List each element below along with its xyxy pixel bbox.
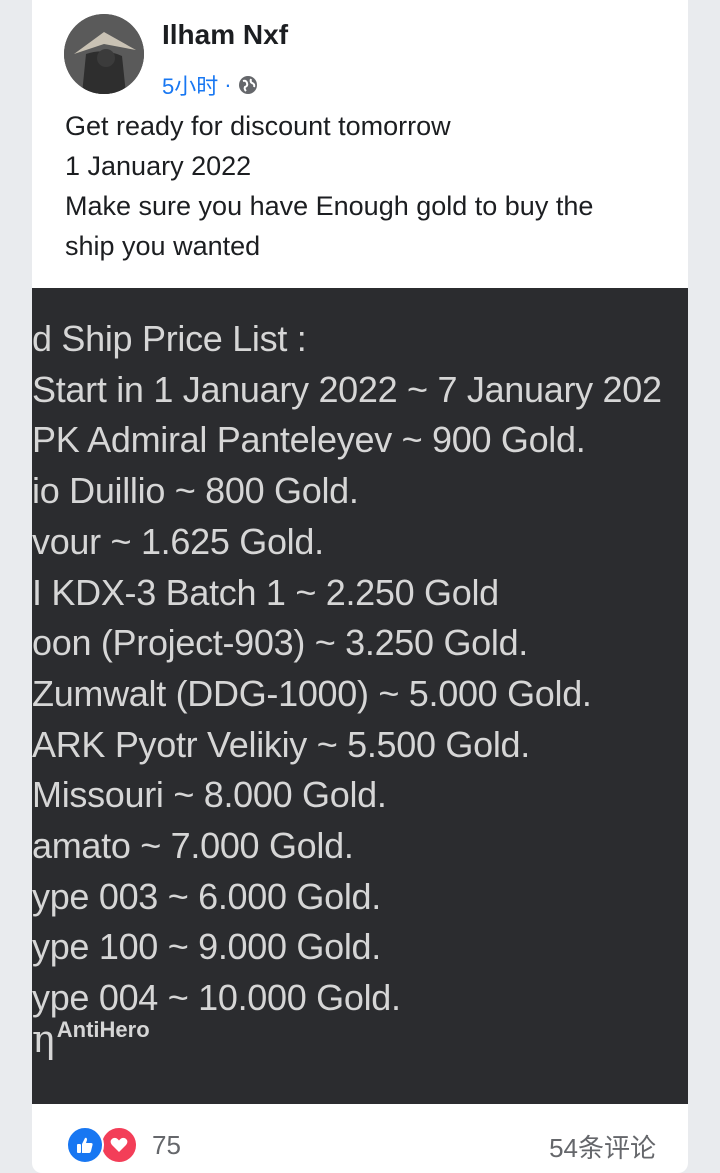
price-list-item: io Duillio ~ 800 Gold. xyxy=(32,470,359,512)
price-list-item: ype 100 ~ 9.000 Gold. xyxy=(32,926,381,968)
price-list: d Ship Price List : Start in 1 January 2… xyxy=(32,314,688,1024)
price-list-item: oon (Project-903) ~ 3.250 Gold. xyxy=(32,622,529,664)
like-icon xyxy=(66,1126,104,1164)
post-footer: 75 54条评论 xyxy=(32,1104,688,1173)
avatar-image xyxy=(64,14,144,94)
price-list-item: Missouri ~ 8.000 Gold. xyxy=(32,774,387,816)
post-text-line: 1 January 2022 xyxy=(65,151,252,181)
post-image[interactable]: d Ship Price List : Start in 1 January 2… xyxy=(32,288,688,1104)
reaction-count: 75 xyxy=(152,1129,181,1160)
reactions-summary[interactable]: 75 xyxy=(66,1126,181,1164)
price-list-period: Start in 1 January 2022 ~ 7 January 202 xyxy=(32,368,662,410)
price-list-item: PK Admiral Panteleyev ~ 900 Gold. xyxy=(32,419,586,461)
price-list-item: amato ~ 7.000 Gold. xyxy=(32,825,354,867)
signature-text: AntiHero xyxy=(56,1017,150,1042)
price-list-item: ype 003 ~ 6.000 Gold. xyxy=(32,875,381,917)
image-signature: η AntiHero xyxy=(32,1016,150,1062)
price-list-item: vour ~ 1.625 Gold. xyxy=(32,520,324,562)
globe-icon[interactable] xyxy=(238,75,258,95)
price-list-item: Zumwalt (DDG-1000) ~ 5.000 Gold. xyxy=(32,672,592,714)
post-text-line: ship you wanted xyxy=(65,231,261,261)
post-meta: 5小时 · xyxy=(162,69,258,101)
price-list-title: d Ship Price List : xyxy=(32,318,307,359)
signature-mark: η xyxy=(32,1017,55,1061)
price-list-item: ARK Pyotr Velikiy ~ 5.500 Gold. xyxy=(32,723,530,765)
feed-page: Ilham Nxf 5小时 · Get ready for discount t… xyxy=(0,0,720,1173)
post-time[interactable]: 5小时 xyxy=(162,69,218,101)
post-text-line: Get ready for discount tomorrow xyxy=(65,111,451,141)
post-text-line: Make sure you have Enough gold to buy th… xyxy=(65,191,594,221)
meta-separator: · xyxy=(224,72,232,97)
avatar[interactable] xyxy=(64,14,144,94)
author-name[interactable]: Ilham Nxf xyxy=(162,18,288,52)
love-icon xyxy=(100,1126,138,1164)
post-header: Ilham Nxf 5小时 · xyxy=(64,14,664,99)
price-list-item: I KDX-3 Batch 1 ~ 2.250 Gold xyxy=(32,571,499,613)
post-text: Get ready for discount tomorrow 1 Januar… xyxy=(65,106,665,266)
comments-count-link[interactable]: 54条评论 xyxy=(549,1128,656,1165)
